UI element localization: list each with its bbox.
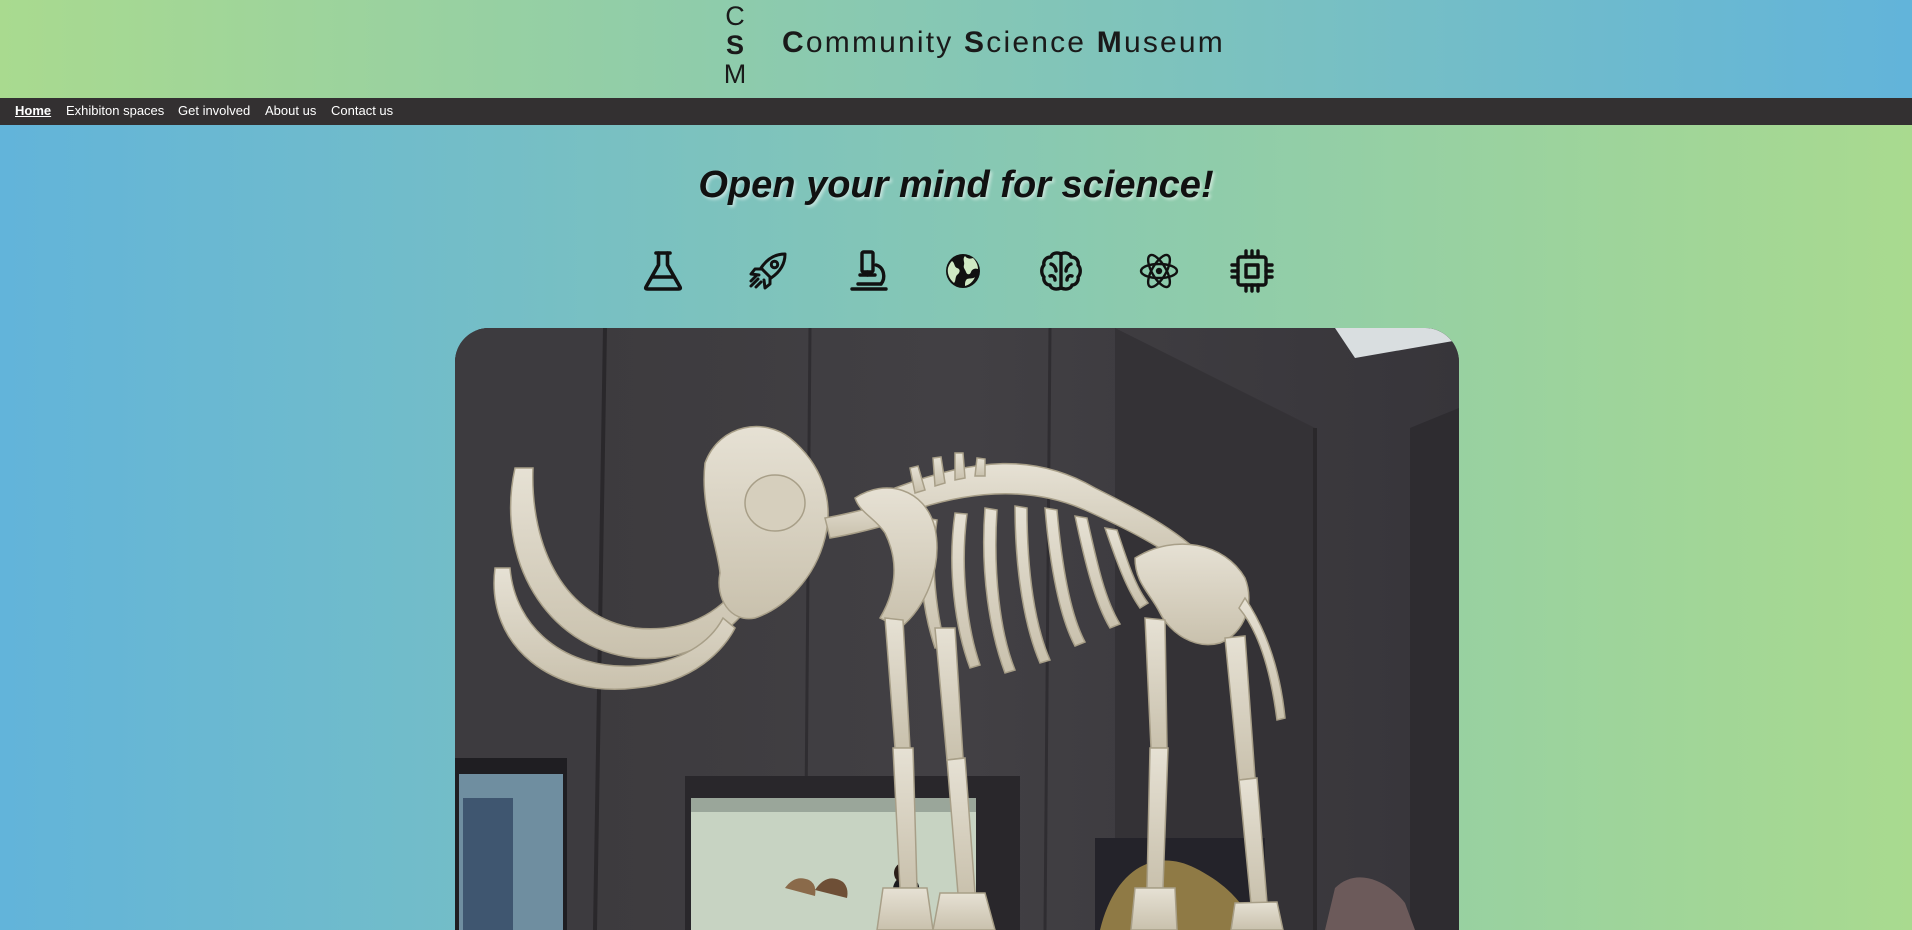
brain-icon xyxy=(1038,248,1084,294)
nav-exhibition-spaces[interactable]: Exhibiton spaces xyxy=(66,103,164,118)
nav-about-us[interactable]: About us xyxy=(265,103,316,118)
nav-contact-us[interactable]: Contact us xyxy=(331,103,393,118)
microscope-icon xyxy=(846,248,892,294)
globe-icon xyxy=(940,248,986,294)
title-initial-s: S xyxy=(964,26,987,59)
nav-get-involved[interactable]: Get involved xyxy=(178,103,250,118)
main-nav: Home Exhibiton spaces Get involved About… xyxy=(0,98,1912,125)
chip-icon xyxy=(1229,248,1275,294)
title-word-museum: useum xyxy=(1123,26,1225,59)
logo-letter-m: M xyxy=(723,59,747,89)
title-initial-c: C xyxy=(782,26,806,59)
site-title: Community Science Museum xyxy=(782,26,1225,60)
rocket-icon xyxy=(745,248,791,294)
site-header: C S M Community Science Museum xyxy=(0,0,1912,98)
logo-letter-c: C xyxy=(725,1,745,31)
site-logo[interactable]: C S M xyxy=(718,2,752,89)
atom-icon xyxy=(1136,248,1182,294)
logo-letter-s: S xyxy=(725,30,744,60)
nav-home[interactable]: Home xyxy=(15,103,51,118)
title-initial-m: M xyxy=(1096,26,1124,59)
flask-icon xyxy=(640,248,686,294)
mammoth-skeleton-image xyxy=(455,328,1459,930)
title-word-community: ommunity xyxy=(805,26,965,59)
title-word-science: cience xyxy=(986,26,1097,59)
page-tagline: Open your mind for science! xyxy=(698,164,1214,206)
